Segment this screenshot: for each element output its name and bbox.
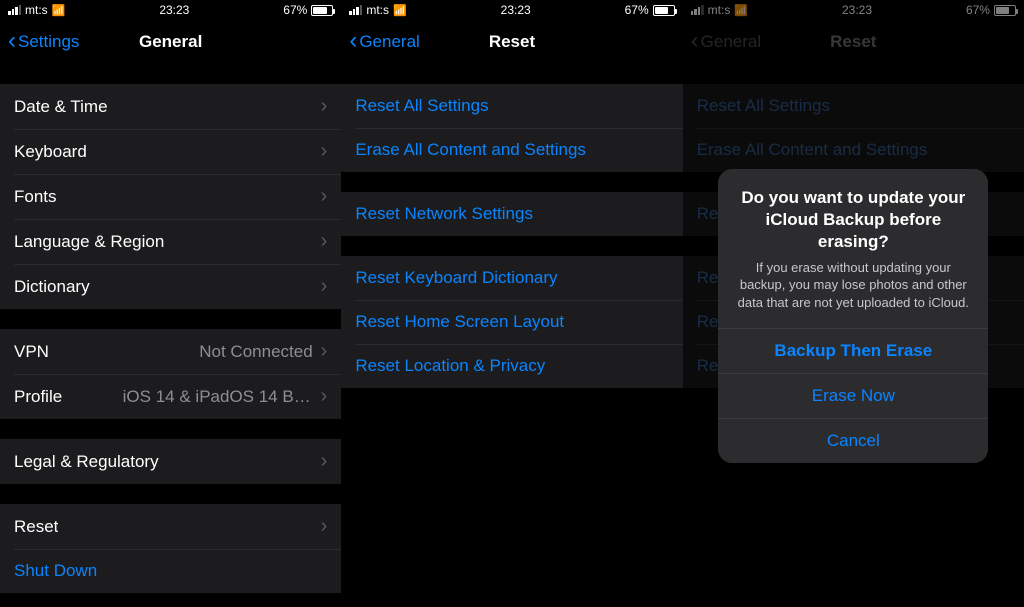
chevron-right-icon: ›	[321, 140, 328, 163]
row-label: Reset	[14, 517, 58, 537]
signal-icon	[8, 5, 21, 15]
row-language-region[interactable]: Language & Region ›	[0, 219, 341, 264]
row-erase-all[interactable]: Erase All Content and Settings	[341, 128, 682, 172]
chevron-right-icon: ›	[321, 230, 328, 253]
row-label: Fonts	[14, 187, 57, 207]
row-legal-regulatory[interactable]: Legal & Regulatory ›	[0, 439, 341, 484]
chevron-right-icon: ›	[321, 450, 328, 473]
chevron-left-icon: ‹	[349, 29, 357, 53]
chevron-right-icon: ›	[321, 340, 328, 363]
row-label: Dictionary	[14, 277, 90, 297]
carrier-label: mt:s	[366, 3, 389, 17]
chevron-right-icon: ›	[321, 385, 328, 408]
row-label: Language & Region	[14, 232, 164, 252]
row-keyboard[interactable]: Keyboard ›	[0, 129, 341, 174]
status-time: 23:23	[501, 3, 531, 17]
row-vpn[interactable]: VPN Not Connected ›	[0, 329, 341, 374]
carrier-label: mt:s	[25, 3, 48, 17]
row-label: Reset Keyboard Dictionary	[355, 268, 557, 288]
row-label: Keyboard	[14, 142, 87, 162]
row-profile[interactable]: Profile iOS 14 & iPadOS 14 Beta Softwar.…	[0, 374, 341, 419]
signal-icon	[349, 5, 362, 15]
row-label: Reset Home Screen Layout	[355, 312, 564, 332]
row-dictionary[interactable]: Dictionary ›	[0, 264, 341, 309]
chevron-left-icon: ‹	[8, 29, 16, 53]
row-reset-home-layout[interactable]: Reset Home Screen Layout	[341, 300, 682, 344]
back-label: General	[359, 32, 419, 52]
row-label: Legal & Regulatory	[14, 452, 159, 472]
row-reset-all-settings[interactable]: Reset All Settings	[341, 84, 682, 128]
status-bar: mt:s 📶 23:23 67%	[0, 0, 341, 20]
row-fonts[interactable]: Fonts ›	[0, 174, 341, 219]
status-bar: mt:s 📶 23:23 67%	[341, 0, 682, 20]
battery-pct: 67%	[625, 3, 649, 17]
panel-reset: mt:s 📶 23:23 67% ‹ General Reset Reset A…	[341, 0, 682, 607]
battery-icon	[653, 5, 675, 16]
panel-general: mt:s 📶 23:23 67% ‹ Settings General Date…	[0, 0, 341, 607]
erase-now-button[interactable]: Erase Now	[718, 373, 988, 418]
row-label: Profile	[14, 387, 62, 407]
chevron-right-icon: ›	[321, 515, 328, 538]
back-button[interactable]: ‹ Settings	[8, 30, 79, 54]
row-label: Reset Network Settings	[355, 204, 533, 224]
row-label: Reset Location & Privacy	[355, 356, 545, 376]
row-label: Erase All Content and Settings	[355, 140, 586, 160]
row-label: Date & Time	[14, 97, 108, 117]
dialog-title: Do you want to update your iCloud Backup…	[734, 187, 972, 253]
dialog-body: If you erase without updating your backu…	[734, 259, 972, 312]
chevron-right-icon: ›	[321, 95, 328, 118]
row-reset-location-privacy[interactable]: Reset Location & Privacy	[341, 344, 682, 388]
row-shut-down[interactable]: Shut Down	[0, 549, 341, 593]
row-reset-keyboard-dict[interactable]: Reset Keyboard Dictionary	[341, 256, 682, 300]
status-time: 23:23	[159, 3, 189, 17]
row-label: VPN	[14, 342, 49, 362]
backup-then-erase-button[interactable]: Backup Then Erase	[718, 328, 988, 373]
cancel-button[interactable]: Cancel	[718, 418, 988, 463]
back-label: Settings	[18, 32, 79, 52]
nav-bar: ‹ Settings General	[0, 20, 341, 64]
chevron-right-icon: ›	[321, 275, 328, 298]
wifi-icon: 📶	[393, 4, 407, 17]
row-label: Reset All Settings	[355, 96, 488, 116]
row-detail: Not Connected	[199, 342, 312, 362]
row-label: Shut Down	[14, 561, 97, 581]
row-reset-network[interactable]: Reset Network Settings	[341, 192, 682, 236]
battery-pct: 67%	[283, 3, 307, 17]
battery-icon	[311, 5, 333, 16]
row-detail: iOS 14 & iPadOS 14 Beta Softwar...	[123, 387, 313, 407]
chevron-right-icon: ›	[321, 185, 328, 208]
wifi-icon: 📶	[52, 4, 66, 17]
back-button[interactable]: ‹ General	[349, 30, 419, 54]
panel-reset-dialog: mt:s 📶 23:23 67% ‹ General Reset Reset A…	[683, 0, 1024, 607]
nav-bar: ‹ General Reset	[341, 20, 682, 64]
erase-confirm-dialog: Do you want to update your iCloud Backup…	[718, 169, 988, 463]
row-date-time[interactable]: Date & Time ›	[0, 84, 341, 129]
row-reset[interactable]: Reset ›	[0, 504, 341, 549]
